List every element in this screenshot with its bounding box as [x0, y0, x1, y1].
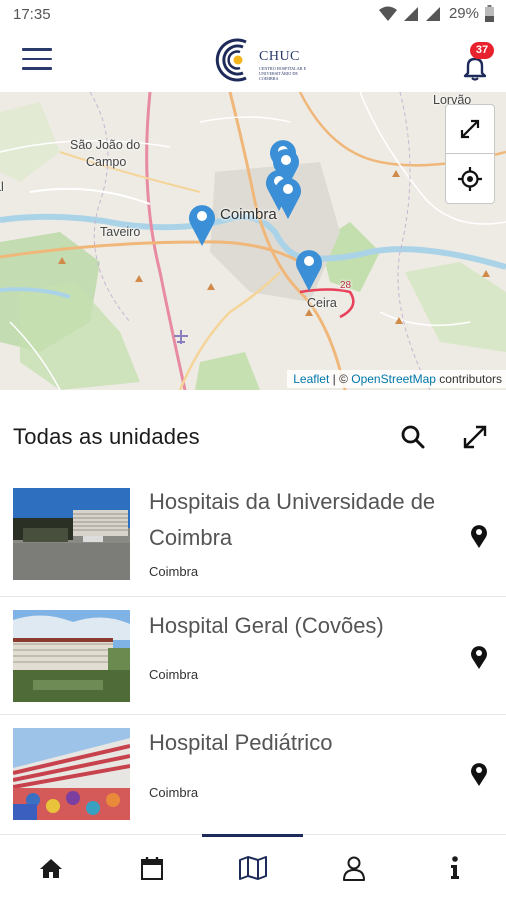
map-view[interactable]: Lorvão São João do Campo Coimbra Taveiro… — [0, 92, 506, 390]
units-list: Hospitais da Universidade de Coimbra Coi… — [0, 476, 506, 834]
app-bar: CHUC CENTRO HOSPITALAR E UNIVERSITÁRIO D… — [0, 30, 506, 92]
expand-icon — [460, 119, 480, 139]
hospital-thumbnail — [13, 488, 130, 580]
map-label-campo: Campo — [86, 155, 127, 169]
nav-home[interactable] — [0, 835, 101, 900]
map-attribution: Leaflet | © OpenStreetMap contributors — [287, 370, 506, 388]
hospital-thumbnail — [13, 610, 130, 702]
status-icons: 29% — [378, 5, 494, 22]
list-item[interactable]: Hospital Geral (Covões) Coimbra — [0, 597, 506, 715]
map-marker-icon[interactable] — [273, 174, 303, 220]
nav-info[interactable] — [404, 835, 505, 900]
location-pin-icon[interactable] — [468, 523, 490, 549]
list-item-city: Coimbra — [149, 564, 199, 579]
info-icon — [450, 856, 459, 879]
logo-text: CHUC — [259, 49, 300, 64]
search-icon — [401, 425, 425, 449]
nav-profile[interactable] — [303, 835, 404, 900]
leaflet-link[interactable]: Leaflet — [293, 372, 329, 386]
battery-percent: 29% — [448, 5, 479, 22]
notifications-button[interactable]: 37 — [458, 40, 498, 82]
list-item-name: Hospital Geral (Covões) — [149, 613, 384, 638]
expand-list-button[interactable] — [460, 422, 490, 452]
hospital-thumbnail — [13, 728, 130, 820]
map-icon — [238, 856, 267, 880]
user-icon — [342, 856, 365, 881]
list-item-city: Coimbra — [149, 667, 199, 682]
list-item-city: Coimbra — [149, 785, 199, 800]
map-fullscreen-button[interactable] — [445, 104, 495, 154]
logo-emblem-icon — [215, 38, 247, 82]
list-item-name: Hospitais da Universidade de Coimbra — [149, 489, 436, 550]
menu-line — [22, 57, 52, 60]
list-header: Todas as unidades — [0, 400, 506, 476]
attribution-contributors: contributors — [435, 372, 502, 386]
status-time: 17:35 — [13, 6, 51, 23]
osm-link[interactable]: OpenStreetMap — [351, 372, 436, 386]
map-tiles — [0, 92, 506, 390]
signal-icon — [403, 6, 418, 21]
search-button[interactable] — [398, 422, 428, 452]
chuc-logo: CHUC CENTRO HOSPITALAR E UNIVERSITÁRIO D… — [212, 36, 312, 86]
map-locate-button[interactable] — [445, 154, 495, 204]
nav-calendar[interactable] — [101, 835, 202, 900]
map-label-sao-joao: São João do — [70, 138, 141, 152]
signal-icon-2 — [425, 6, 440, 21]
battery-icon — [485, 5, 494, 22]
nav-map[interactable] — [202, 834, 303, 900]
list-item-name: Hospital Pediátrico — [149, 730, 333, 755]
location-pin-icon[interactable] — [468, 644, 490, 670]
bottom-navigation — [0, 834, 506, 900]
list-title: Todas as unidades — [13, 424, 200, 449]
map-marker-icon[interactable] — [294, 246, 324, 292]
crosshair-icon — [458, 166, 482, 191]
status-bar: 17:35 29% — [0, 0, 506, 30]
home-icon — [39, 859, 62, 878]
map-marker-icon[interactable] — [187, 201, 217, 247]
attribution-separator: | © — [329, 372, 352, 386]
logo-subtitle: CENTRO HOSPITALAR E UNIVERSITÁRIO DE COI… — [259, 66, 307, 81]
calendar-icon — [140, 857, 163, 880]
list-item[interactable]: Hospitais da Universidade de Coimbra Coi… — [0, 476, 506, 597]
menu-line — [22, 67, 52, 70]
location-pin-icon[interactable] — [468, 761, 490, 787]
menu-line — [22, 48, 52, 51]
list-item[interactable]: Hospital Pediátrico Coimbra — [0, 715, 506, 834]
menu-button[interactable] — [22, 48, 52, 74]
notification-badge: 37 — [470, 42, 494, 59]
wifi-icon — [378, 6, 397, 21]
map-label-road-28: 28 — [340, 280, 352, 291]
expand-icon — [463, 425, 487, 449]
map-label-taveiro: Taveiro — [100, 225, 141, 239]
map-label-edge: al — [0, 180, 4, 194]
map-label-ceira: Ceira — [307, 296, 337, 310]
